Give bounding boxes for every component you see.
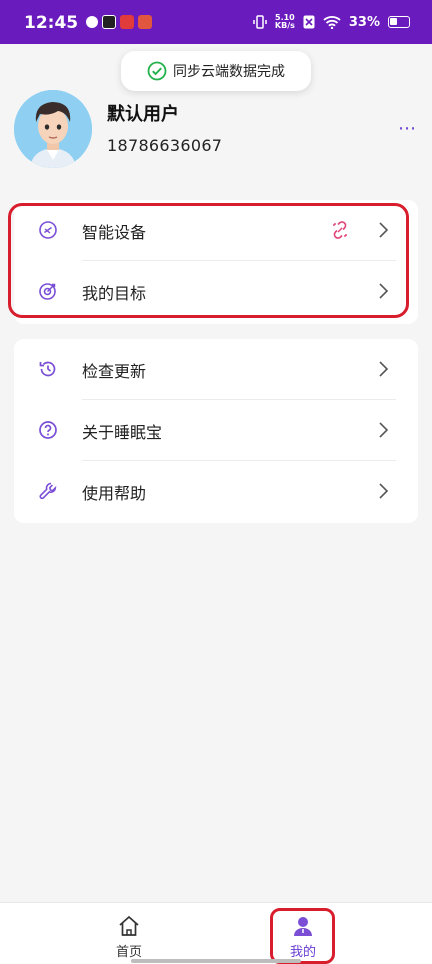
menu-card-general: 检查更新 关于睡眠宝 使用帮助 xyxy=(14,339,418,523)
menu-item-smart-device[interactable]: 智能设备 xyxy=(14,200,418,261)
vibrate-icon xyxy=(253,15,267,29)
chevron-right-icon xyxy=(379,483,389,499)
tab-home-label: 首页 xyxy=(115,945,142,960)
app-notification-icon xyxy=(86,16,98,28)
phone-number: 18786636067 xyxy=(107,136,223,155)
battery-icon xyxy=(388,16,410,28)
gesture-bar[interactable] xyxy=(131,959,301,963)
play-notification-icon xyxy=(102,15,116,29)
sync-toast: 同步云端数据完成 xyxy=(121,51,311,91)
avatar[interactable] xyxy=(14,90,92,168)
menu-label: 关于睡眠宝 xyxy=(82,422,163,442)
unlink-icon xyxy=(333,221,347,239)
target-icon xyxy=(39,283,56,300)
status-bar: 12:45 5.10 KB/s 33% xyxy=(0,0,432,44)
battery-percent: 33% xyxy=(348,14,380,30)
status-right: 5.10 KB/s 33% xyxy=(253,14,410,30)
wrench-icon xyxy=(39,482,57,500)
wifi-icon xyxy=(323,16,341,29)
tab-mine-label: 我的 xyxy=(289,945,316,960)
net-speed: 5.10 KB/s xyxy=(275,14,295,30)
tab-mine[interactable]: 我的 xyxy=(273,915,333,960)
avatar-illustration xyxy=(14,90,92,168)
no-sim-icon xyxy=(303,15,315,29)
bottom-tab-bar: 首页 我的 xyxy=(0,902,432,964)
menu-card-device: 智能设备 我的目标 xyxy=(14,200,418,324)
red-app-notification-icon-2 xyxy=(138,15,152,29)
chevron-right-icon xyxy=(379,283,389,299)
history-icon xyxy=(39,361,56,377)
notification-icons xyxy=(86,15,152,29)
home-icon xyxy=(119,915,139,936)
toast-message: 同步云端数据完成 xyxy=(173,64,285,80)
user-icon xyxy=(294,917,312,936)
menu-item-about[interactable]: 关于睡眠宝 xyxy=(14,400,418,461)
chevron-right-icon xyxy=(379,361,389,377)
net-speed-unit: KB/s xyxy=(274,21,295,30)
menu-item-help[interactable]: 使用帮助 xyxy=(14,461,418,522)
tab-home[interactable]: 首页 xyxy=(99,915,159,960)
red-app-notification-icon xyxy=(120,15,134,29)
status-time: 12:45 xyxy=(24,13,79,33)
menu-label: 智能设备 xyxy=(82,222,147,242)
device-icon xyxy=(39,221,57,239)
check-circle-icon xyxy=(147,61,167,81)
chevron-right-icon xyxy=(379,222,389,238)
chevron-right-icon xyxy=(379,422,389,438)
more-dots-icon[interactable]: ⋯ xyxy=(398,118,417,139)
menu-item-my-goal[interactable]: 我的目标 xyxy=(14,261,418,322)
menu-label: 检查更新 xyxy=(82,361,147,381)
menu-label: 使用帮助 xyxy=(82,483,147,503)
username: 默认用户 xyxy=(107,104,179,125)
help-circle-icon xyxy=(39,421,57,439)
menu-item-check-update[interactable]: 检查更新 xyxy=(14,339,418,400)
menu-label: 我的目标 xyxy=(82,283,147,303)
